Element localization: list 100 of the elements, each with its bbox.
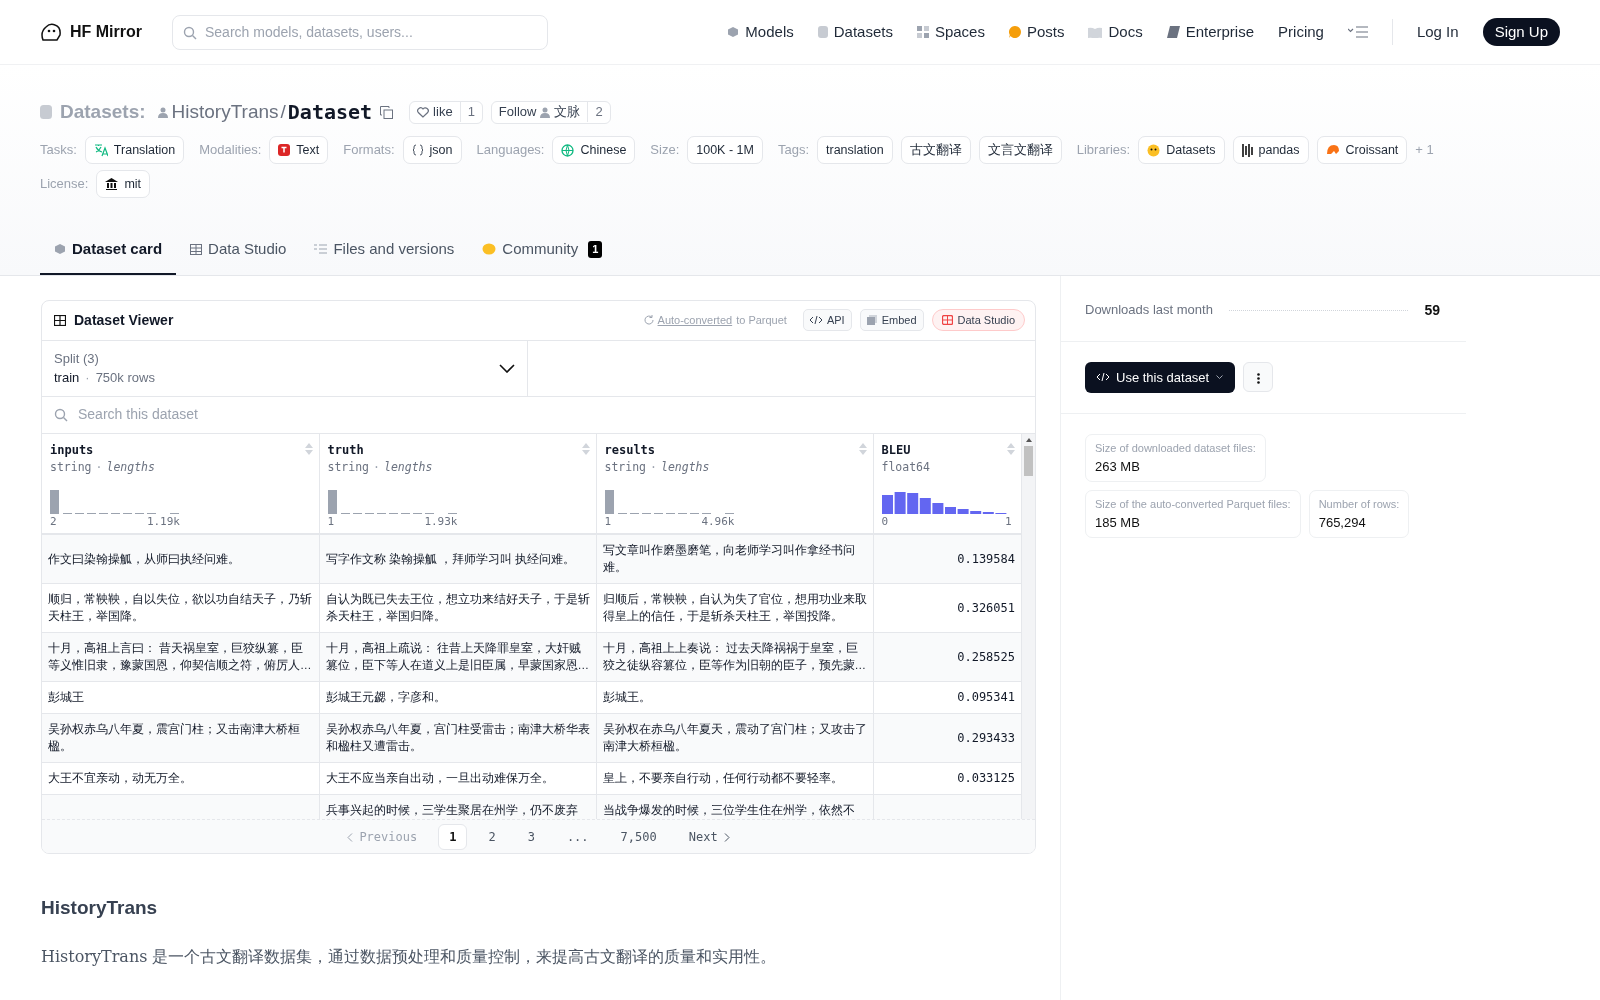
nav-link[interactable]: Models [727, 20, 794, 44]
more-options-button[interactable] [1243, 362, 1274, 393]
card-heading: HistoryTrans [41, 896, 159, 921]
table-cell: 十月，高祖上疏说： 往昔上天降罪皇室，大奸贼篡位，臣下等人在道义上是旧臣属，早蒙国家恩… [325, 642, 589, 672]
table-cell: 当战争爆发的时候，三位学生住在州学，依然不 [602, 804, 855, 817]
table-cell: 吴孙权赤乌八年夏，宫门柱受雷击；南津大桥华表和楹柱又遭雷击。 [325, 723, 590, 753]
tab[interactable]: Community 1 [468, 228, 617, 275]
column-stat: lengths [106, 458, 155, 476]
like-button[interactable]: like 1 [409, 100, 483, 124]
text-icon [278, 144, 291, 156]
table-cell: 0.293433 [957, 730, 1015, 745]
table-icon [54, 314, 66, 326]
owner-link[interactable]: HistoryTrans [171, 97, 279, 127]
column-type: string [327, 458, 370, 476]
table-cell: 自认为既已失去王位，想立功来结好天子，于是斩杀天柱王，举国归降。 [325, 593, 590, 623]
nav-link[interactable]: Pricing [1278, 20, 1324, 44]
nav-link[interactable]: Datasets [817, 20, 893, 44]
copy-icon[interactable] [380, 105, 394, 119]
menu-icon[interactable] [1347, 26, 1368, 38]
speech-bubble-icon [1008, 26, 1021, 38]
search-icon [54, 407, 68, 422]
page-button[interactable]: 3 [516, 823, 546, 850]
viewer-button[interactable]: API [802, 308, 852, 332]
tag-chip[interactable]: Text [269, 136, 329, 164]
signup-button[interactable]: Sign Up [1482, 17, 1560, 47]
refresh-icon [643, 315, 654, 325]
downloads-count: 59 [1424, 300, 1440, 320]
table-cell: 兵事兴起的时候，三学生聚居在州学，仍不废弃 [325, 804, 578, 817]
brand-name[interactable]: HF Mirror [70, 20, 142, 44]
tab[interactable]: Dataset card [40, 228, 177, 275]
sort-icon[interactable] [581, 442, 590, 455]
table-cell: 0.139584 [957, 551, 1015, 566]
page-button[interactable]: 2 [477, 823, 507, 850]
table-cell: 0.326051 [957, 600, 1015, 615]
histogram-max: 1 [1004, 513, 1012, 530]
histogram-min: 2 [50, 513, 57, 530]
table-cell: 作文曰染翰操觚，从师曰执经问难。 [48, 552, 240, 565]
column-type: string [604, 458, 647, 476]
table-cell: 彭城王 [48, 691, 84, 704]
viewer-button[interactable]: Embed [859, 308, 924, 332]
tag-chip[interactable]: 文言文翻译 [978, 136, 1062, 164]
table-cell: 十月，高祖上言曰： 昔天祸皇室，巨狡纵篡，臣等义惟旧隶，豫蒙国恩，仰契信顺之符，俯厉人… [48, 642, 312, 672]
tag-chip[interactable]: Chinese [552, 136, 636, 164]
histogram-max: 1.93k [424, 513, 458, 530]
sort-icon[interactable] [304, 442, 313, 455]
tag-group-label: Languages: [476, 141, 545, 160]
tag-chip[interactable]: mit [96, 170, 151, 198]
tag-group-label: Tags: [777, 141, 809, 160]
tab[interactable]: Files and versions [300, 228, 469, 275]
tag-chip[interactable]: Translation [84, 136, 185, 164]
separator-dot: · [85, 370, 90, 385]
kebab-menu-icon [1256, 372, 1260, 384]
follow-button[interactable]: Follow 文脉 2 [490, 100, 611, 124]
page-button[interactable]: 1 [438, 823, 468, 850]
tag-chip[interactable]: Croissant [1316, 136, 1408, 164]
next-page-button[interactable]: Next [677, 823, 741, 850]
table-icon [190, 243, 203, 255]
tag-chip[interactable]: json [402, 136, 462, 164]
nav-link[interactable]: Docs [1088, 20, 1143, 44]
page-button[interactable]: ... [555, 823, 600, 850]
sort-icon[interactable] [858, 442, 867, 455]
viewer-button[interactable]: Data Studio [931, 308, 1025, 332]
scrollbar-track[interactable] [1022, 433, 1035, 820]
table-cell: 0.258525 [957, 649, 1015, 664]
scrollbar-thumb[interactable] [1024, 445, 1033, 476]
table-cell: 0.095341 [957, 690, 1015, 705]
tag-chip[interactable]: 古文翻译 [900, 136, 971, 164]
column-name: truth [327, 441, 364, 459]
tab[interactable]: Data Studio [176, 228, 301, 275]
search-field[interactable]: Search models, datasets, users... [172, 14, 548, 50]
use-dataset-button[interactable]: Use this dataset [1085, 361, 1236, 393]
table-cell: 大王不宜亲动，动无万全。 [48, 772, 192, 785]
sort-icon[interactable] [1007, 442, 1015, 455]
tag-chip[interactable]: Datasets [1138, 136, 1225, 164]
code-icon [1097, 373, 1109, 382]
page-button[interactable]: 7,500 [609, 823, 668, 850]
separator-dot: · [95, 458, 103, 476]
tag-chip[interactable]: 100K - 1M [687, 136, 763, 164]
parquet-label: to Parquet [736, 312, 787, 328]
nav-link[interactable]: Enterprise [1166, 20, 1255, 44]
login-link[interactable]: Log In [1416, 20, 1459, 44]
table-cell: 写字作文称 染翰操觚 ，拜师学习叫 执经问难。 [325, 552, 576, 565]
nav-link[interactable]: Spaces [916, 20, 985, 44]
user-icon [540, 106, 551, 118]
croissant-icon [1325, 144, 1340, 156]
table-cell: 彭城王元勰，字彦和。 [325, 691, 446, 704]
category-label: Datasets: [60, 99, 146, 124]
table-cell: 彭城王。 [602, 691, 651, 704]
tag-chip[interactable]: pandas [1232, 136, 1309, 164]
caret-icon [1216, 375, 1224, 380]
bars-icon [1241, 143, 1253, 157]
book-icon [1088, 26, 1103, 38]
tag-group-label: Formats: [343, 141, 395, 160]
table-cell: 顺归，常鞅鞅，自以失位，欲以功自结天子，乃斩天柱王，举国降。 [48, 593, 312, 623]
tag-group-label: Modalities: [199, 141, 262, 160]
nav-link[interactable]: Posts [1008, 20, 1065, 44]
table-cell: 皇上，不要亲自行动，任何行动都不要轻率。 [602, 772, 843, 785]
user-icon [157, 106, 168, 118]
split-selector[interactable]: Split (3) train · 750k rows [42, 340, 528, 397]
tag-chip[interactable]: translation [817, 136, 893, 164]
